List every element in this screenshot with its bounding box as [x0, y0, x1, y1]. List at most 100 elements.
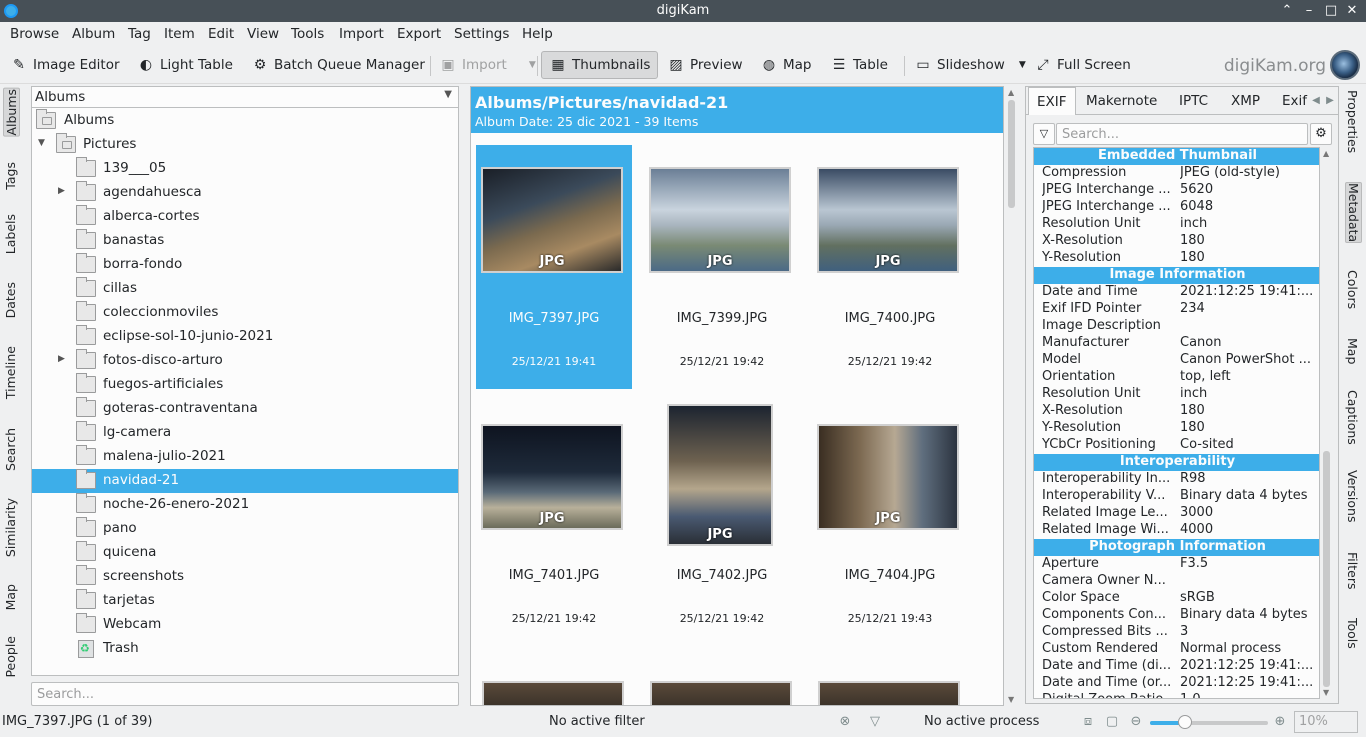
- tree-folder-item[interactable]: screenshots: [32, 565, 458, 589]
- thumbnail-item[interactable]: JPG IMG_7397.JPG 25/12/21 19:41: [476, 145, 632, 389]
- tab-map-right[interactable]: Map: [1345, 338, 1360, 364]
- batch-queue-manager-button[interactable]: ⚙ Batch Queue Manager: [251, 51, 425, 79]
- filter-icon[interactable]: ▽: [1033, 123, 1055, 145]
- zoom-slider-handle[interactable]: [1178, 715, 1193, 729]
- tree-root-albums[interactable]: Albums: [32, 109, 458, 133]
- clear-filter-icon[interactable]: ⊗: [837, 714, 853, 730]
- metadata-row[interactable]: Interoperability In... R98: [1034, 471, 1319, 488]
- metadata-row[interactable]: Compression JPEG (old-style): [1034, 165, 1319, 182]
- thumbnail-image[interactable]: JPG: [817, 424, 959, 530]
- metadata-row[interactable]: Y-Resolution 180: [1034, 420, 1319, 437]
- tab-tools[interactable]: Tools: [1345, 618, 1360, 649]
- tab-metadata[interactable]: Metadata: [1345, 182, 1362, 244]
- tree-folder-item[interactable]: pano: [32, 517, 458, 541]
- fit-window-icon[interactable]: ⧈: [1080, 714, 1096, 730]
- menu-settings[interactable]: Settings: [454, 26, 509, 42]
- menu-browse[interactable]: Browse: [10, 26, 59, 42]
- tab-iptc[interactable]: IPTC: [1171, 87, 1216, 115]
- tree-folder-item[interactable]: borra-fondo: [32, 253, 458, 277]
- tab-map[interactable]: Map: [3, 584, 18, 610]
- tab-colors[interactable]: Colors: [1345, 270, 1360, 309]
- menu-export[interactable]: Export: [397, 26, 441, 42]
- tab-similarity[interactable]: Similarity: [3, 498, 18, 557]
- scrollbar-handle[interactable]: [1008, 100, 1015, 208]
- menu-edit[interactable]: Edit: [208, 26, 234, 42]
- menu-album[interactable]: Album: [72, 26, 115, 42]
- thumbnail-image[interactable]: [650, 681, 792, 705]
- thumbnail-image[interactable]: [818, 681, 960, 705]
- thumbnail-item[interactable]: JPG IMG_7404.JPG 25/12/21 19:43: [812, 402, 968, 646]
- thumbnail-item[interactable]: JPG IMG_7401.JPG 25/12/21 19:42: [476, 402, 632, 646]
- metadata-scrollbar[interactable]: ▲ ▼: [1321, 147, 1333, 699]
- metadata-row[interactable]: JPEG Interchange ... 5620: [1034, 182, 1319, 199]
- metadata-row[interactable]: Camera Owner N...: [1034, 573, 1319, 590]
- maximize-icon[interactable]: □: [1322, 2, 1340, 20]
- metadata-row[interactable]: Interoperability V... Binary data 4 bytes: [1034, 488, 1319, 505]
- tab-dates[interactable]: Dates: [3, 282, 18, 318]
- scroll-up-icon[interactable]: ▲: [1008, 88, 1014, 97]
- tree-folder-item[interactable]: ▶ agendahuesca: [32, 181, 458, 205]
- tree-folder-item[interactable]: navidad-21: [32, 469, 458, 493]
- tree-folder-item[interactable]: 139___05: [32, 157, 458, 181]
- metadata-row[interactable]: Resolution Unit inch: [1034, 386, 1319, 403]
- tree-pictures[interactable]: ▼ Pictures: [32, 133, 458, 157]
- tree-folder-item[interactable]: lg-camera: [32, 421, 458, 445]
- metadata-row[interactable]: Related Image Wi... 4000: [1034, 522, 1319, 539]
- tree-folder-item[interactable]: Webcam: [32, 613, 458, 637]
- menu-import[interactable]: Import: [339, 26, 384, 42]
- chevron-right-icon[interactable]: ▶: [1324, 91, 1336, 111]
- light-table-button[interactable]: ◐ Light Table: [137, 51, 233, 79]
- chevron-up-icon[interactable]: ⌃: [1278, 2, 1296, 20]
- metadata-row[interactable]: Date and Time (di... 2021:12:25 19:41:...: [1034, 658, 1319, 675]
- metadata-row[interactable]: X-Resolution 180: [1034, 233, 1319, 250]
- tab-xmp[interactable]: XMP: [1223, 87, 1268, 115]
- tree-folder-item[interactable]: banastas: [32, 229, 458, 253]
- tab-captions[interactable]: Captions: [1345, 390, 1360, 445]
- menu-view[interactable]: View: [247, 26, 279, 42]
- thumbnail-item[interactable]: JPG IMG_7399.JPG 25/12/21 19:42: [644, 145, 800, 389]
- chevron-left-icon[interactable]: ◀: [1310, 91, 1322, 111]
- scroll-down-icon[interactable]: ▼: [1323, 688, 1329, 697]
- tab-people[interactable]: People: [3, 636, 18, 678]
- tree-folder-item[interactable]: goteras-contraventana: [32, 397, 458, 421]
- metadata-row[interactable]: Model Canon PowerShot ...: [1034, 352, 1319, 369]
- chevron-down-icon[interactable]: ▼: [1019, 60, 1026, 70]
- scroll-up-icon[interactable]: ▲: [1323, 149, 1329, 158]
- table-button[interactable]: ☰ Table: [830, 51, 888, 79]
- chevron-down-icon[interactable]: ▼: [529, 60, 536, 70]
- import-button[interactable]: ▣ Import ▼: [439, 51, 536, 79]
- zoom-in-icon[interactable]: ⊕: [1272, 714, 1288, 730]
- tab-exif-tool[interactable]: Exif: [1274, 87, 1315, 115]
- scrollbar-handle[interactable]: [1323, 451, 1330, 687]
- tree-trash[interactable]: Trash: [32, 637, 458, 661]
- metadata-row[interactable]: Digital Zoom Ratio1.0: [1034, 692, 1319, 698]
- metadata-row[interactable]: Custom Rendered Normal process: [1034, 641, 1319, 658]
- metadata-section-header[interactable]: Embedded Thumbnail: [1034, 148, 1319, 165]
- thumbnail-item[interactable]: JPG IMG_7402.JPG 25/12/21 19:42: [644, 402, 800, 646]
- expand-arrow-icon[interactable]: ▶: [58, 186, 65, 196]
- zoom-one-to-one-icon[interactable]: ▢: [1104, 714, 1120, 730]
- thumbnail-image[interactable]: JPG: [649, 167, 791, 273]
- metadata-row[interactable]: JPEG Interchange ... 6048: [1034, 199, 1319, 216]
- menu-item[interactable]: Item: [164, 26, 195, 42]
- thumbnails-button[interactable]: ▦ Thumbnails: [541, 51, 659, 79]
- metadata-row[interactable]: X-Resolution 180: [1034, 403, 1319, 420]
- tab-filters[interactable]: Filters: [1345, 552, 1360, 589]
- tab-timeline[interactable]: Timeline: [3, 346, 18, 399]
- thumbnail-image[interactable]: JPG: [481, 167, 623, 273]
- tree-folder-item[interactable]: coleccionmoviles: [32, 301, 458, 325]
- map-button[interactable]: ◍ Map: [760, 51, 812, 79]
- tree-folder-item[interactable]: malena-julio-2021: [32, 445, 458, 469]
- close-icon[interactable]: ✕: [1343, 2, 1361, 20]
- filter-icon[interactable]: ▽: [867, 714, 883, 730]
- metadata-section-header[interactable]: Photograph Information: [1034, 539, 1319, 556]
- thumbnail-image[interactable]: JPG: [667, 404, 773, 546]
- digikam-logo[interactable]: [1330, 50, 1360, 80]
- metadata-row[interactable]: Manufacturer Canon: [1034, 335, 1319, 352]
- slideshow-button[interactable]: ▭ Slideshow ▼: [914, 51, 1026, 79]
- thumbnail-image[interactable]: JPG: [817, 167, 959, 273]
- thumbnail-image[interactable]: [482, 681, 624, 705]
- tab-labels[interactable]: Labels: [3, 214, 18, 254]
- metadata-row[interactable]: Image Description: [1034, 318, 1319, 335]
- preview-button[interactable]: ▨ Preview: [667, 51, 742, 79]
